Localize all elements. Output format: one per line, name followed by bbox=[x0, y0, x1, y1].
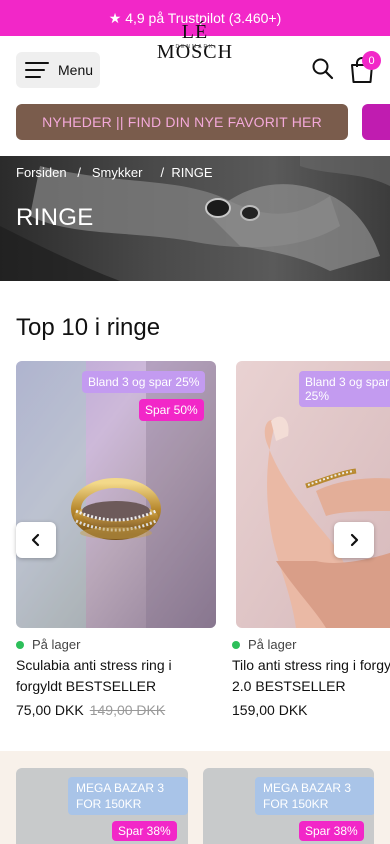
sale-price: 159,00 DKK bbox=[232, 702, 308, 718]
mega-bazar-badge: MEGA BAZAR 3 FOR 150KR bbox=[68, 777, 188, 815]
promo-next-button[interactable] bbox=[362, 104, 390, 140]
mega-bazar-line: FOR 150KR bbox=[76, 797, 142, 811]
product-name-line: forgyldt BESTSELLER bbox=[16, 678, 157, 694]
discount-badge: Spar 38% bbox=[112, 821, 177, 841]
promo-new-arrivals-button[interactable]: NYHEDER || FIND DIN NYE FAVORIT HER bbox=[16, 104, 348, 140]
mega-bazar-badge: MEGA BAZAR 3 FOR 150KR bbox=[255, 777, 374, 815]
original-price: 149,00 DKK bbox=[89, 702, 166, 718]
discount-badge: Spar 50% bbox=[139, 399, 204, 421]
discount-badge: Spar 38% bbox=[299, 821, 364, 841]
carousel-next-button[interactable] bbox=[334, 522, 374, 558]
product-price: 159,00 DKK bbox=[232, 702, 308, 718]
in-stock-dot-icon bbox=[232, 640, 240, 649]
stock-label: På lager bbox=[32, 637, 81, 652]
menu-button[interactable]: Menu bbox=[16, 52, 100, 88]
product-name[interactable]: Tilo anti stress ring i forgyldt 2.0 BES… bbox=[232, 655, 390, 697]
stock-status: På lager bbox=[16, 637, 80, 652]
bundle-badge: Bland 3 og spar 25% bbox=[82, 371, 206, 393]
page-title: RINGE bbox=[16, 204, 94, 231]
product-name-line: 2.0 BESTSELLER bbox=[232, 678, 346, 694]
sale-price: 75,00 DKK bbox=[16, 702, 84, 718]
carousel-prev-button[interactable] bbox=[16, 522, 56, 558]
in-stock-dot-icon bbox=[16, 640, 24, 649]
promo-label: NYHEDER || FIND DIN NYE FAVORIT HER bbox=[42, 114, 322, 130]
mega-bazar-line: FOR 150KR bbox=[263, 797, 329, 811]
breadcrumb-jewelry[interactable]: Smykker bbox=[92, 165, 143, 180]
breadcrumb-current: RINGE bbox=[171, 165, 213, 180]
search-icon[interactable] bbox=[312, 58, 334, 80]
stock-status: På lager bbox=[232, 637, 296, 652]
breadcrumb: Forsiden / Smykker / RINGE bbox=[16, 165, 213, 180]
menu-label: Menu bbox=[58, 62, 94, 78]
product-image[interactable]: MEGA BAZAR 3 FOR 150KR Spar 38% bbox=[203, 768, 374, 844]
breadcrumb-space bbox=[164, 165, 171, 180]
product-image[interactable]: Bland 3 og spar 25% Spar 50% bbox=[16, 361, 216, 628]
product-image[interactable]: MEGA BAZAR 3 FOR 150KR Spar 38% bbox=[16, 768, 188, 844]
product-name-line: Tilo anti stress ring i forgyldt bbox=[232, 657, 390, 673]
logo[interactable]: LÉ MOSCH bbox=[143, 22, 247, 62]
breadcrumb-space bbox=[81, 165, 92, 180]
breadcrumb-separator bbox=[67, 165, 78, 180]
bundle-badge: Bland 3 og spar 25% bbox=[299, 371, 390, 407]
breadcrumb-home[interactable]: Forsiden bbox=[16, 165, 67, 180]
mega-bazar-line: MEGA BAZAR 3 bbox=[76, 781, 165, 795]
section-title: Top 10 i ringe bbox=[16, 314, 161, 341]
mega-bazar-line: MEGA BAZAR 3 bbox=[263, 781, 352, 795]
product-name-line: Sculabia anti stress ring i bbox=[16, 657, 172, 673]
hamburger-icon bbox=[25, 62, 49, 78]
breadcrumb-space bbox=[142, 165, 160, 180]
stock-label: På lager bbox=[248, 637, 297, 652]
product-price: 75,00 DKK 149,00 DKK bbox=[16, 702, 165, 718]
logo-subtitle: DENMARK bbox=[175, 44, 215, 50]
chevron-right-icon bbox=[350, 533, 359, 547]
cart-count-badge[interactable]: 0 bbox=[362, 51, 381, 70]
product-name[interactable]: Sculabia anti stress ring i forgyldt BES… bbox=[16, 655, 216, 697]
chevron-left-icon bbox=[31, 533, 40, 547]
product-image[interactable]: Bland 3 og spar 25% bbox=[236, 361, 390, 628]
